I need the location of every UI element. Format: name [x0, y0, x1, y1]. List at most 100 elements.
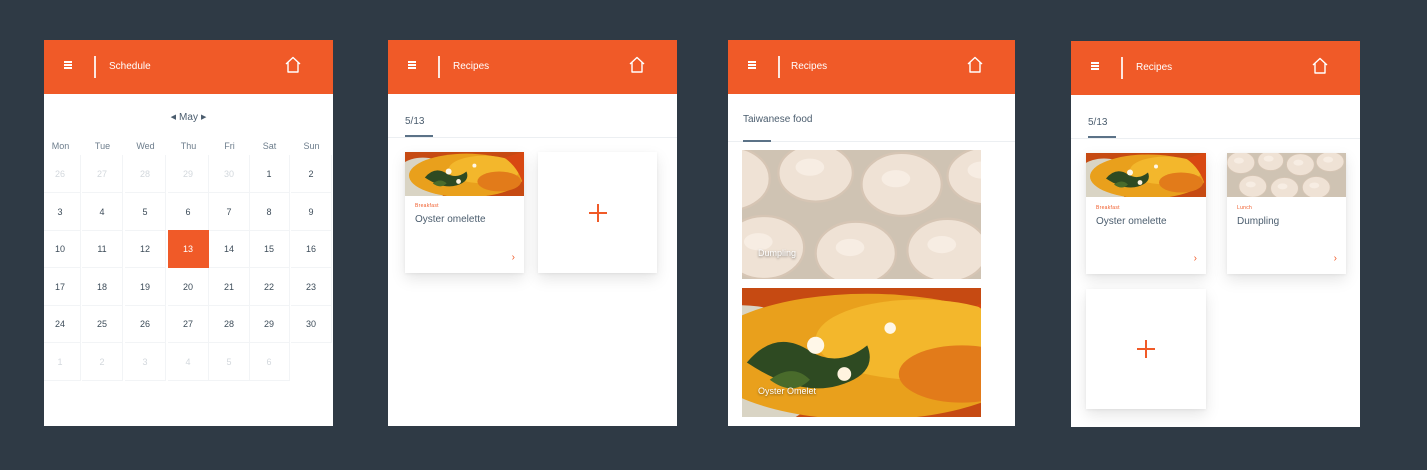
- recipe-card[interactable]: Lunch Dumpling ›: [1227, 153, 1346, 274]
- app-bar-divider: [1121, 57, 1123, 79]
- photo-caption: Dumpling: [758, 248, 797, 258]
- recipe-name: Oyster omelette: [415, 214, 486, 225]
- home-icon[interactable]: [965, 55, 985, 75]
- oyster-omelette-photo: [405, 152, 524, 196]
- calendar-day[interactable]: 5: [125, 192, 166, 231]
- weekday-label: Sun: [303, 141, 320, 151]
- tab-date[interactable]: 5/13: [1088, 117, 1107, 128]
- calendar-day[interactable]: 20: [168, 267, 209, 306]
- calendar-day[interactable]: 29: [168, 155, 209, 193]
- month-selector: ◀ May ▶: [44, 112, 333, 123]
- date-tab-row: 5/13: [1071, 95, 1360, 139]
- calendar-day[interactable]: 22: [249, 267, 290, 306]
- calendar-day[interactable]: 8: [249, 192, 290, 231]
- calendar-day[interactable]: 9: [291, 192, 332, 231]
- dumpling-photo: [742, 150, 981, 279]
- weekday-label: Sat: [262, 141, 277, 151]
- date-tab-row: 5/13: [388, 94, 677, 138]
- app-bar: Recipes: [1071, 41, 1360, 95]
- calendar-day[interactable]: 12: [125, 230, 166, 268]
- calendar-day[interactable]: 1: [249, 155, 290, 193]
- calendar-day[interactable]: 1: [44, 342, 81, 381]
- calendar-day[interactable]: 28: [209, 305, 250, 343]
- recipes-screen: Recipes 5/13 Breakfast Oyster omelette ›: [388, 40, 677, 426]
- calendar-day[interactable]: 4: [82, 192, 123, 231]
- tab-underline: [1088, 136, 1116, 138]
- calendar-day[interactable]: 19: [125, 267, 166, 306]
- calendar-day[interactable]: 15: [249, 230, 290, 268]
- recipe-name: Dumpling: [1237, 216, 1280, 227]
- menu-icon[interactable]: [748, 60, 758, 70]
- calendar-day[interactable]: 21: [209, 267, 250, 306]
- calendar-day[interactable]: 6: [249, 342, 290, 381]
- meal-type: Lunch: [1237, 205, 1253, 211]
- plus-icon: [589, 204, 607, 222]
- add-recipe-button[interactable]: [1086, 289, 1206, 409]
- calendar-day[interactable]: 24: [44, 305, 81, 343]
- calendar-day[interactable]: 10: [44, 230, 81, 268]
- calendar-day[interactable]: 6: [168, 192, 209, 231]
- app-bar-divider: [438, 56, 440, 78]
- calendar-day[interactable]: 11: [82, 230, 123, 268]
- home-icon[interactable]: [283, 55, 303, 75]
- weekday-label: Thu: [180, 141, 197, 151]
- calendar-day[interactable]: 23: [291, 267, 332, 306]
- calendar-day[interactable]: 26: [44, 155, 81, 193]
- page-title: Schedule: [109, 61, 151, 72]
- menu-icon[interactable]: [408, 60, 418, 70]
- meal-type: Breakfast: [415, 203, 439, 209]
- app-bar: Schedule: [44, 40, 333, 94]
- oyster-omelet-photo-card[interactable]: Oyster Omelet: [742, 288, 981, 417]
- weekday-label: Wed: [136, 141, 155, 151]
- calendar-day[interactable]: 30: [291, 305, 332, 343]
- calendar-day[interactable]: 14: [209, 230, 250, 268]
- page-title: Recipes: [791, 61, 828, 72]
- calendar-day[interactable]: 27: [168, 305, 209, 343]
- calendar-day[interactable]: 3: [44, 192, 81, 231]
- recipes-category-screen: Recipes Taiwanese food Dumpling Oyster O…: [728, 40, 1015, 426]
- calendar-day[interactable]: 29: [249, 305, 290, 343]
- chevron-right-icon[interactable]: ›: [1334, 253, 1337, 264]
- menu-icon[interactable]: [1091, 61, 1101, 71]
- menu-icon[interactable]: [64, 60, 74, 70]
- chevron-left-icon[interactable]: ◀: [168, 113, 179, 121]
- calendar-day[interactable]: 4: [168, 342, 209, 381]
- calendar-day[interactable]: 16: [291, 230, 332, 268]
- calendar-day[interactable]: 7: [209, 192, 250, 231]
- tab-date[interactable]: 5/13: [405, 116, 424, 127]
- recipe-name: Oyster omelette: [1096, 216, 1167, 227]
- calendar-day[interactable]: 13: [168, 230, 209, 268]
- meal-type: Breakfast: [1096, 205, 1120, 211]
- app-bar-divider: [94, 56, 96, 78]
- month-label: May: [179, 112, 198, 123]
- app-bar-divider: [778, 56, 780, 78]
- calendar-day[interactable]: 3: [125, 342, 166, 381]
- calendar-day[interactable]: 25: [82, 305, 123, 343]
- dumpling-photo: [1227, 153, 1346, 197]
- home-icon[interactable]: [627, 55, 647, 75]
- photo-caption: Oyster Omelet: [758, 386, 817, 396]
- app-bar: Recipes: [728, 40, 1015, 94]
- calendar-day[interactable]: 2: [291, 155, 332, 193]
- recipe-card[interactable]: Breakfast Oyster omelette ›: [405, 152, 524, 273]
- calendar-day[interactable]: 30: [209, 155, 250, 193]
- schedule-screen: Schedule ◀ May ▶ Mon Tue Wed Thu Fri Sat Sun 26 27…: [44, 40, 333, 426]
- chevron-right-icon[interactable]: ›: [512, 252, 515, 263]
- home-icon[interactable]: [1310, 56, 1330, 76]
- calendar-day[interactable]: 26: [125, 305, 166, 343]
- dumpling-photo-card[interactable]: Dumpling: [742, 150, 981, 279]
- chevron-right-icon[interactable]: ›: [1194, 253, 1197, 264]
- calendar-day[interactable]: 17: [44, 267, 81, 306]
- recipe-card[interactable]: Breakfast Oyster omelette ›: [1086, 153, 1206, 274]
- chevron-right-icon[interactable]: ▶: [198, 113, 209, 121]
- add-recipe-button[interactable]: [538, 152, 657, 273]
- tab-underline: [743, 140, 771, 142]
- calendar-day[interactable]: 27: [82, 155, 123, 193]
- calendar-day[interactable]: 28: [125, 155, 166, 193]
- page-title: Recipes: [1136, 62, 1173, 73]
- calendar-day[interactable]: 18: [82, 267, 123, 306]
- calendar-day[interactable]: 2: [82, 342, 123, 381]
- tab-category[interactable]: Taiwanese food: [743, 114, 813, 125]
- weekday-label: Tue: [94, 141, 111, 151]
- calendar-day[interactable]: 5: [209, 342, 250, 381]
